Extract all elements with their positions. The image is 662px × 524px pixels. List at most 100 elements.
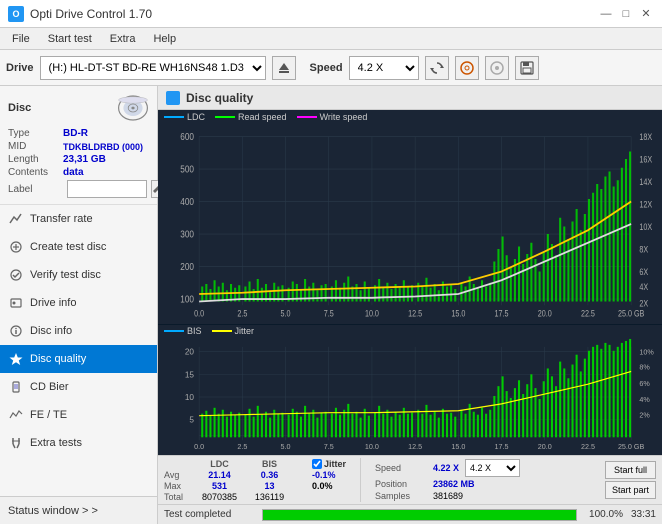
status-window-label: Status window > >: [8, 505, 98, 517]
svg-text:2%: 2%: [639, 413, 649, 420]
bis-legend: BIS: [164, 326, 202, 336]
stats-divider-1: [360, 458, 361, 502]
burn-button[interactable]: [485, 56, 509, 80]
svg-text:0.0: 0.0: [194, 309, 204, 319]
disc-button[interactable]: [455, 56, 479, 80]
close-button[interactable]: ✕: [638, 6, 654, 22]
svg-text:8X: 8X: [639, 245, 648, 255]
svg-text:17.5: 17.5: [495, 309, 509, 319]
titlebar: O Opti Drive Control 1.70 — □ ✕: [0, 0, 662, 28]
status-window-button[interactable]: Status window > >: [0, 496, 157, 524]
position-key: Position: [375, 479, 427, 489]
svg-text:4%: 4%: [639, 397, 649, 404]
svg-text:10%: 10%: [639, 350, 653, 357]
nav-disc-quality[interactable]: Disc quality: [0, 345, 157, 373]
samples-value: 381689: [433, 491, 463, 501]
svg-text:6%: 6%: [639, 381, 649, 388]
disc-label-input[interactable]: [67, 180, 147, 198]
right-panel: Disc quality LDC Read speed: [158, 86, 662, 524]
nav-disc-info[interactable]: Disc info: [0, 317, 157, 345]
drive-select[interactable]: (H:) HL-DT-ST BD-RE WH16NS48 1.D3: [40, 56, 266, 80]
speed-select-stats[interactable]: 4.2 X: [465, 459, 520, 477]
svg-text:15.0: 15.0: [451, 444, 465, 451]
total-bis-value: 136119: [247, 492, 292, 502]
jitter-legend-label: Jitter: [235, 326, 255, 336]
speed-position-section: Speed 4.22 X 4.2 X Position 23862 MB Sam…: [375, 459, 520, 501]
progress-time: 33:31: [631, 509, 656, 520]
toolbar: Drive (H:) HL-DT-ST BD-RE WH16NS48 1.D3 …: [0, 50, 662, 86]
svg-text:4X: 4X: [639, 283, 648, 293]
ldc-legend: LDC: [164, 112, 205, 122]
svg-text:600: 600: [180, 132, 194, 143]
menu-start-test[interactable]: Start test: [40, 31, 100, 47]
disc-info-icon: [8, 323, 24, 339]
disc-type-label: Type: [8, 128, 63, 139]
svg-text:15: 15: [185, 370, 195, 379]
progress-bar-fill: [263, 510, 576, 520]
nav-verify-test-disc-label: Verify test disc: [30, 269, 101, 281]
nav-extra-tests[interactable]: Extra tests: [0, 429, 157, 457]
minimize-button[interactable]: —: [598, 6, 614, 22]
eject-button[interactable]: [272, 56, 296, 80]
disc-mid-row: MID TDKBLDRBD (000): [8, 141, 149, 152]
nav-disc-quality-label: Disc quality: [30, 353, 86, 365]
nav-disc-info-label: Disc info: [30, 325, 72, 337]
disc-icon: [117, 92, 149, 124]
disc-label-label: Label: [8, 184, 63, 195]
svg-text:22.5: 22.5: [581, 444, 595, 451]
chart-title: Disc quality: [186, 91, 253, 105]
refresh-button[interactable]: [425, 56, 449, 80]
menu-file[interactable]: File: [4, 31, 38, 47]
nav-cd-bier[interactable]: CD Bier: [0, 373, 157, 401]
bis-header: BIS: [247, 459, 292, 469]
start-full-button[interactable]: Start full: [605, 461, 656, 479]
nav-fe-te[interactable]: FE / TE: [0, 401, 157, 429]
svg-text:2.5: 2.5: [237, 309, 247, 319]
speed-select-toolbar[interactable]: 4.2 X: [349, 56, 419, 80]
svg-text:10.0: 10.0: [365, 444, 379, 451]
disc-section: Disc Type BD-R MID TDKBLDRBD (000): [0, 86, 157, 205]
svg-text:400: 400: [180, 197, 194, 208]
svg-text:22.5: 22.5: [581, 309, 595, 319]
write-speed-legend: Write speed: [297, 112, 368, 122]
drive-label: Drive: [6, 62, 34, 74]
menu-help[interactable]: Help: [145, 31, 184, 47]
disc-quality-icon: [8, 351, 24, 367]
progress-percent: 100.0%: [585, 509, 623, 520]
bottom-chart-area: BIS Jitter: [158, 325, 662, 455]
fe-te-icon: [8, 407, 24, 423]
top-chart-area: LDC Read speed Write speed: [158, 110, 662, 325]
maximize-button[interactable]: □: [618, 6, 634, 22]
disc-mid-label: MID: [8, 141, 63, 152]
svg-text:7.5: 7.5: [324, 444, 334, 451]
nav-drive-info[interactable]: Drive info: [0, 289, 157, 317]
titlebar-controls: — □ ✕: [598, 6, 654, 22]
ldc-header: LDC: [192, 459, 247, 469]
svg-text:12.5: 12.5: [408, 309, 422, 319]
svg-text:10: 10: [185, 393, 195, 402]
svg-text:12.5: 12.5: [408, 444, 422, 451]
ldc-legend-label: LDC: [187, 112, 205, 122]
nav-transfer-rate[interactable]: Transfer rate: [0, 205, 157, 233]
progress-area: Test completed 100.0% 33:31: [158, 504, 662, 524]
avg-row-label: Avg: [164, 470, 192, 480]
nav-create-test-disc[interactable]: Create test disc: [0, 233, 157, 261]
svg-text:20.0: 20.0: [538, 444, 552, 451]
app-title: Opti Drive Control 1.70: [30, 7, 152, 21]
start-part-button[interactable]: Start part: [605, 481, 656, 499]
jitter-checkbox[interactable]: [312, 459, 322, 469]
svg-text:16X: 16X: [639, 155, 652, 165]
save-button[interactable]: [515, 56, 539, 80]
disc-length-row: Length 23,31 GB: [8, 154, 149, 165]
main-area: Disc Type BD-R MID TDKBLDRBD (000): [0, 86, 662, 524]
disc-length-label: Length: [8, 154, 63, 165]
nav-verify-test-disc[interactable]: Verify test disc: [0, 261, 157, 289]
svg-text:0.0: 0.0: [194, 444, 204, 451]
menu-extra[interactable]: Extra: [102, 31, 144, 47]
stats-bar: LDC BIS Jitter Avg 21.14 0.36 -0.1%: [158, 455, 662, 504]
svg-text:5: 5: [189, 416, 194, 425]
max-jitter-value: 0.0%: [312, 481, 333, 491]
disc-contents-value[interactable]: data: [63, 167, 84, 178]
svg-text:6X: 6X: [639, 268, 648, 278]
svg-text:20: 20: [185, 348, 195, 357]
